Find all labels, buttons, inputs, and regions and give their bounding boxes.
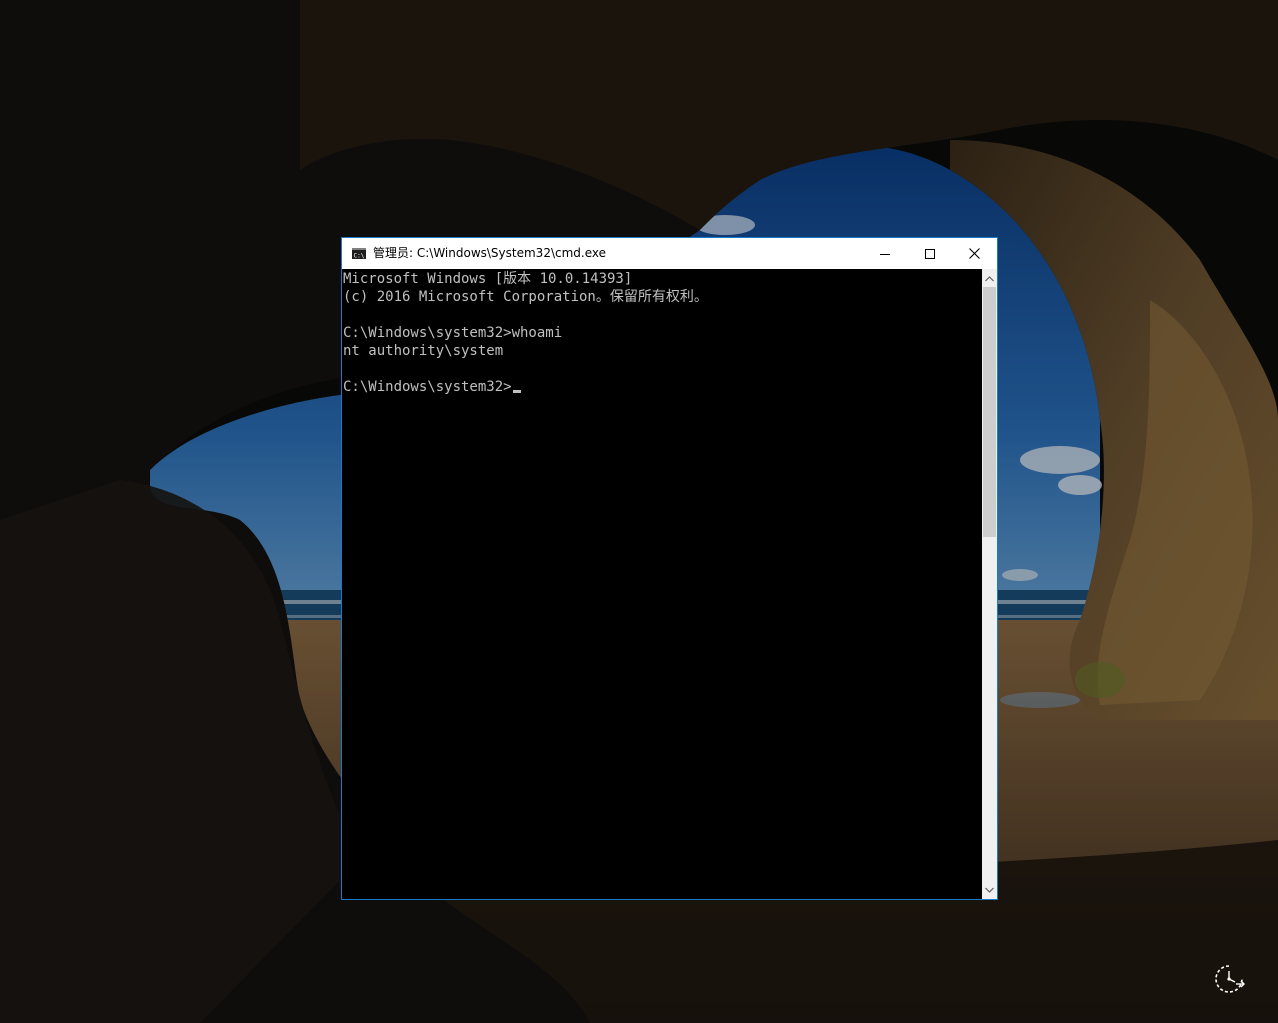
vertical-scrollbar[interactable] — [982, 269, 997, 899]
chevron-down-icon — [985, 887, 994, 893]
console-output[interactable]: Microsoft Windows [版本 10.0.14393] (c) 20… — [342, 269, 982, 899]
console-prompt: C:\Windows\system32> — [343, 379, 512, 395]
svg-text:C:\: C:\ — [354, 253, 365, 260]
minimize-button[interactable] — [862, 238, 907, 269]
cmd-icon: C:\ — [352, 248, 366, 259]
chevron-up-icon — [985, 275, 994, 281]
console-prompt-line[interactable]: C:\Windows\system32> — [343, 378, 521, 396]
console-line: C:\Windows\system32>whoami — [343, 325, 563, 341]
scroll-up-button[interactable] — [982, 271, 997, 286]
ease-of-access-icon[interactable] — [1212, 962, 1246, 996]
title-bar[interactable]: C:\ 管理员: C:\Windows\System32\cmd.exe — [342, 238, 997, 269]
close-icon — [969, 248, 980, 259]
maximize-button[interactable] — [907, 238, 952, 269]
window-title: 管理员: C:\Windows\System32\cmd.exe — [373, 246, 606, 260]
close-button[interactable] — [952, 238, 997, 269]
cmd-window[interactable]: C:\ 管理员: C:\Windows\System32\cmd.exe Mic… — [341, 237, 998, 900]
lock-screen-desktop: C:\ 管理员: C:\Windows\System32\cmd.exe Mic… — [0, 0, 1278, 1023]
console-line: Microsoft Windows [版本 10.0.14393] — [343, 271, 633, 287]
maximize-icon — [924, 248, 935, 259]
text-cursor — [512, 390, 521, 393]
scroll-thumb[interactable] — [983, 287, 996, 537]
console-line: (c) 2016 Microsoft Corporation。保留所有权利。 — [343, 289, 708, 305]
console-line: nt authority\system — [343, 343, 504, 359]
scroll-down-button[interactable] — [982, 882, 997, 897]
minimize-icon — [879, 253, 890, 255]
